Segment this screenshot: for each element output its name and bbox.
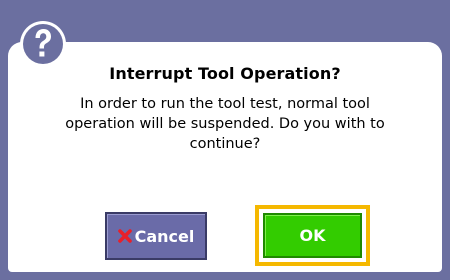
question-icon xyxy=(20,21,66,67)
cancel-button-label: Cancel xyxy=(134,226,195,246)
ok-button[interactable]: OK xyxy=(263,213,362,258)
dialog-message: In order to run the tool test, normal to… xyxy=(65,96,385,152)
close-icon xyxy=(117,229,132,243)
ok-button-label: OK xyxy=(299,226,326,245)
dialog-frame: Interrupt Tool Operation? In order to ru… xyxy=(0,0,450,280)
dialog-title: Interrupt Tool Operation? xyxy=(109,64,341,83)
cancel-button[interactable]: Cancel xyxy=(105,212,207,260)
